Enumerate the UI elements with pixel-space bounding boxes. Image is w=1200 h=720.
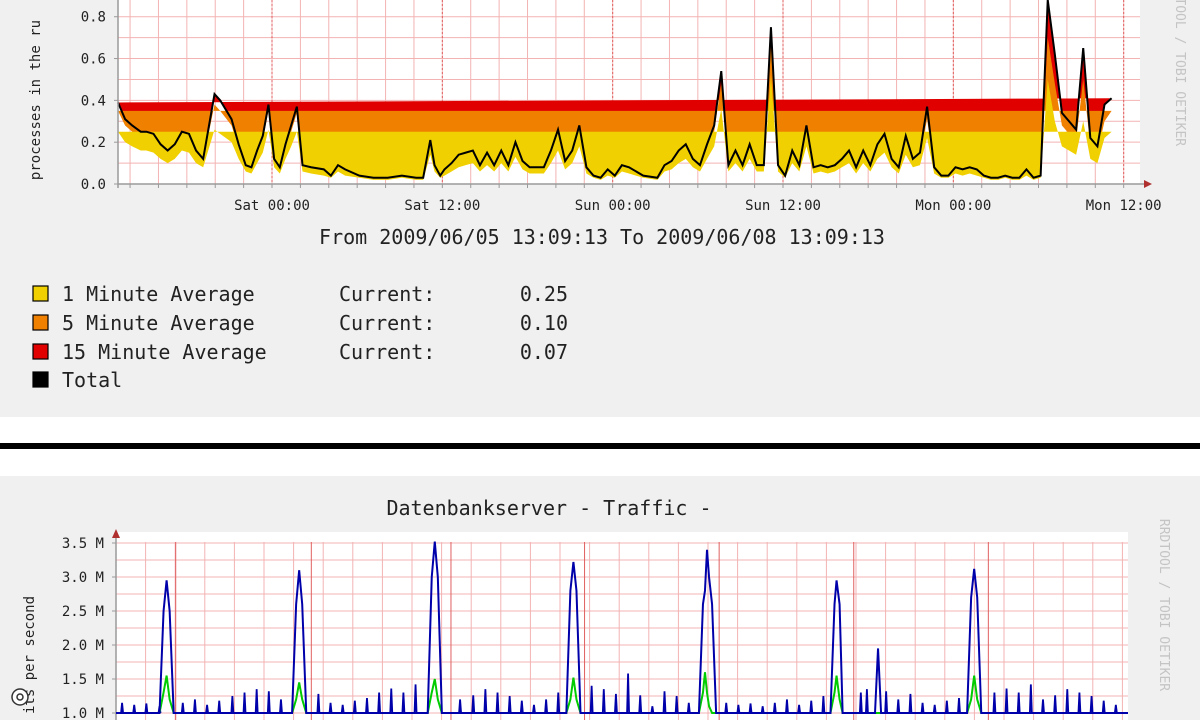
- load-x-tick-label: Sat 00:00: [234, 198, 310, 214]
- traffic-watermark: RRDTOOL / TOBI OETIKER: [1156, 519, 1171, 691]
- traffic-y-tick-label: 2.0 M: [62, 638, 104, 654]
- legend-current-label: Current:: [339, 311, 435, 335]
- traffic-chart: 1.0 M 1.5 M 2.0 M 2.5 M 3.0 M 3.5 M: [62, 529, 1128, 720]
- legend-current-value: 0.10: [520, 311, 568, 335]
- traffic-y-tick-label: 3.0 M: [62, 570, 104, 586]
- traffic-y-tick-label: 2.5 M: [62, 604, 104, 620]
- load-x-tick-label: Mon 12:00: [1086, 198, 1162, 214]
- traffic-y-tick-label: 1.0 M: [62, 706, 104, 720]
- load-y-tick-label: 0.8: [81, 10, 106, 26]
- load-x-tick-label: Mon 00:00: [915, 198, 991, 214]
- load-watermark: RRDTOOL / TOBI OETIKER: [1172, 0, 1187, 146]
- load-y-tick-label: 0.2: [81, 135, 106, 151]
- legend-label: 15 Minute Average: [62, 340, 267, 364]
- legend-current-label: Current:: [339, 282, 435, 306]
- legend-swatch: [32, 371, 49, 388]
- load-y-tick-label: 0.4: [81, 93, 106, 109]
- legend-label: 1 Minute Average: [62, 282, 255, 306]
- load-panel: 0.0 0.2 0.4 0.6 0.8 Sat 00:00 Sat 12:00 Sun 00:…: [0, 0, 1200, 417]
- legend-label: Total: [62, 368, 122, 392]
- load-chart: 0.0 0.2 0.4 0.6 0.8 Sat 00:00 Sat 12:00 Sun 00:…: [81, 0, 1162, 214]
- legend-current-value: 0.25: [520, 282, 568, 306]
- load-x-tick-label: Sun 12:00: [745, 198, 821, 214]
- rrd-logo-icon: [11, 688, 29, 706]
- legend-label: 5 Minute Average: [62, 311, 255, 335]
- rrd-graphs: 0.0 0.2 0.4 0.6 0.8 Sat 00:00 Sat 12:00 Sun 00:…: [0, 0, 1200, 720]
- legend-swatch: [32, 314, 49, 331]
- legend-current-value: 0.07: [520, 340, 568, 364]
- load-y-tick-label: 0.6: [81, 52, 106, 68]
- traffic-y-tick-label: 3.5 M: [62, 536, 104, 552]
- divider: [0, 443, 1200, 449]
- load-y-axis-label: processes in the ru: [28, 20, 44, 180]
- load-x-tick-label: Sun 00:00: [575, 198, 651, 214]
- traffic-title: Datenbankserver - Traffic -: [386, 496, 711, 520]
- load-x-tick-label: Sat 12:00: [404, 198, 480, 214]
- traffic-panel: Datenbankserver - Traffic - 1.0 M 1.5 M 2.…: [0, 476, 1200, 720]
- load-y-tick-label: 0.0: [81, 177, 106, 193]
- traffic-y-tick-label: 1.5 M: [62, 672, 104, 688]
- legend-swatch: [32, 285, 49, 302]
- load-period-text: From 2009/06/05 13:09:13 To 2009/06/08 1…: [319, 225, 885, 249]
- legend-swatch: [32, 343, 49, 360]
- legend-current-label: Current:: [339, 340, 435, 364]
